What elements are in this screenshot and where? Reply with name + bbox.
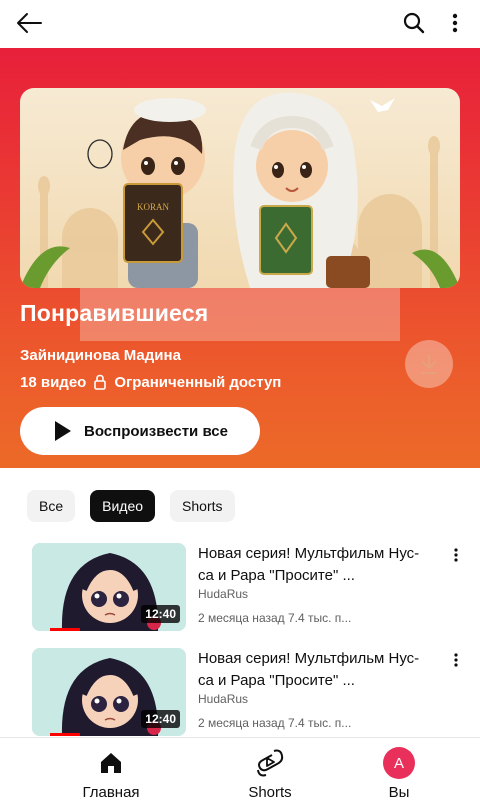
video-thumbnail[interactable]: 12:40 <box>32 543 186 631</box>
watch-progress-bar <box>50 628 80 631</box>
nav-you-label: Вы <box>388 784 410 801</box>
video-channel[interactable]: HudaRus <box>198 587 248 601</box>
home-icon <box>101 753 121 773</box>
playlist-meta: 18 видео Ограниченный доступ <box>20 373 281 391</box>
video-more-button[interactable] <box>446 650 466 670</box>
chip-all[interactable]: Все <box>27 490 76 522</box>
play-icon <box>55 421 71 441</box>
nav-shorts-label: Shorts <box>248 784 292 801</box>
video-title[interactable]: Новая серия! Мультфильм Нус-са и Рара "П… <box>198 648 428 692</box>
list-item[interactable]: 12:40 Новая серия! Мультфильм Нус-са и Р… <box>0 543 480 635</box>
playlist-title: Понравившиеся <box>20 300 209 326</box>
video-stats: 2 месяца назад 7.4 тыс. п... <box>198 716 352 730</box>
playlist-owner[interactable]: Зайнидинова Мадина <box>20 347 181 364</box>
search-icon <box>403 12 425 34</box>
video-duration: 12:40 <box>141 605 180 623</box>
nav-home-label: Главная <box>82 784 140 801</box>
cover-book-text: KORAN <box>137 202 170 212</box>
top-app-bar <box>0 0 480 48</box>
video-thumbnail[interactable]: 12:40 <box>32 648 186 736</box>
bottom-navigation: Главная Shorts A Вы <box>0 737 480 812</box>
nav-home[interactable]: Главная <box>51 746 171 806</box>
video-channel[interactable]: HudaRus <box>198 692 248 706</box>
filter-chips: Все Видео Shorts <box>27 490 235 522</box>
download-icon <box>421 354 437 374</box>
avatar: A <box>383 747 415 779</box>
playlist-cover-image[interactable]: KORAN <box>20 88 460 288</box>
video-count: 18 видео <box>20 373 87 391</box>
video-stats: 2 месяца назад 7.4 тыс. п... <box>198 611 352 625</box>
playlist-header: KORAN Понравившиеся Зайнидинова Мадина 1… <box>0 48 480 468</box>
back-button[interactable] <box>12 8 46 38</box>
play-all-button[interactable]: Воспроизвести все <box>20 407 260 455</box>
nav-shorts[interactable]: Shorts <box>210 746 330 806</box>
shorts-icon <box>257 749 284 777</box>
nav-you[interactable]: A Вы <box>339 746 459 806</box>
video-duration: 12:40 <box>141 710 180 728</box>
more-vertical-icon <box>452 13 458 33</box>
list-item[interactable]: 12:40 Новая серия! Мультфильм Нус-са и Р… <box>0 648 480 740</box>
more-options-button[interactable] <box>440 8 470 38</box>
more-vertical-icon <box>454 653 458 667</box>
privacy-status: Ограниченный доступ <box>114 373 282 391</box>
chip-videos[interactable]: Видео <box>90 490 156 522</box>
cover-illustration: KORAN <box>20 88 460 288</box>
video-more-button[interactable] <box>446 545 466 565</box>
download-button[interactable] <box>405 340 453 388</box>
more-vertical-icon <box>454 548 458 562</box>
chip-shorts[interactable]: Shorts <box>170 490 235 522</box>
watch-progress-bar <box>50 733 80 736</box>
lock-icon <box>92 373 108 391</box>
arrow-left-icon <box>17 13 42 33</box>
play-all-label: Воспроизвести все <box>84 422 228 440</box>
search-button[interactable] <box>398 8 430 38</box>
video-title[interactable]: Новая серия! Мультфильм Нус-са и Рара "П… <box>198 543 428 587</box>
